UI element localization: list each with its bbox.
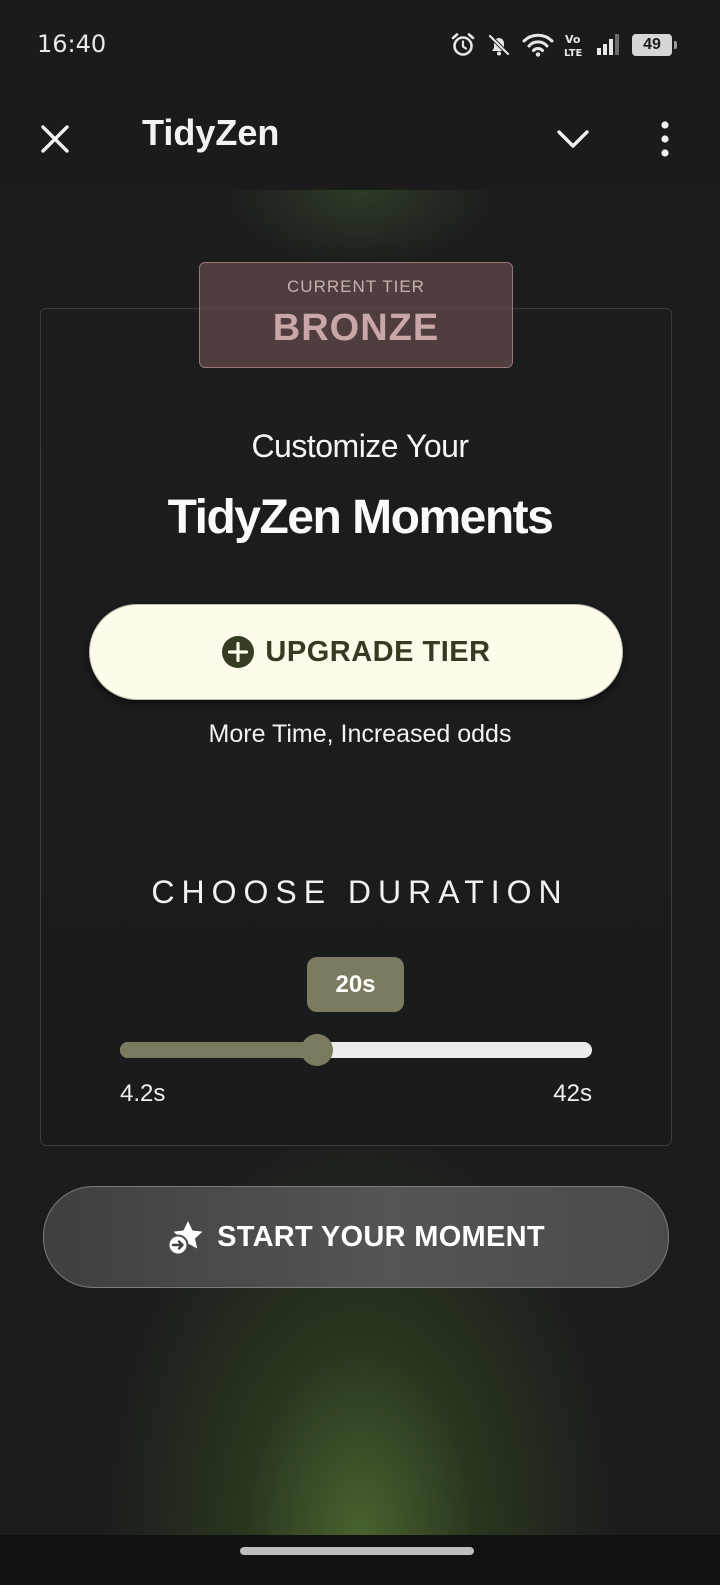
status-bar: 16:40 Vo LTE 49 (0, 0, 720, 90)
bell-off-icon (486, 32, 512, 58)
slider-max-label: 42s (553, 1080, 592, 1107)
star-arrow-icon (167, 1221, 203, 1256)
upgrade-tier-button[interactable]: UPGRADE TIER (89, 604, 623, 700)
page-title: TidyZen Moments (167, 491, 554, 544)
duration-value-label: 20s (307, 957, 404, 1012)
heading-subtitle: Customize Your (251, 428, 469, 464)
slider-fill (120, 1042, 318, 1058)
main-content: CURRENT TIER BRONZE Customize Your TidyZ… (0, 190, 720, 1535)
wifi-icon (522, 32, 554, 58)
signal-icon (596, 33, 622, 57)
duration-title: CHOOSE DURATION (151, 874, 569, 910)
app-bar: TidyZen (0, 90, 720, 190)
start-moment-button[interactable]: START YOUR MOMENT (43, 1186, 669, 1288)
alarm-icon (450, 32, 476, 58)
app-title: TidyZen (142, 112, 280, 153)
volte-icon: Vo LTE (564, 32, 586, 58)
status-time: 16:40 (37, 30, 107, 58)
plus-circle-icon (222, 636, 255, 668)
start-moment-label: START YOUR MOMENT (217, 1220, 545, 1253)
more-vert-icon (661, 121, 669, 157)
navigation-bar (0, 1535, 720, 1585)
duration-slider[interactable] (120, 1034, 592, 1066)
current-tier-badge: CURRENT TIER BRONZE (199, 262, 513, 368)
close-icon (41, 125, 69, 153)
svg-text:Vo: Vo (565, 33, 581, 46)
status-icons: Vo LTE 49 (450, 30, 677, 60)
chevron-down-icon (557, 130, 589, 148)
tier-label: CURRENT TIER (287, 277, 425, 296)
close-button[interactable] (28, 112, 82, 166)
slider-min-label: 4.2s (120, 1080, 166, 1107)
svg-text:LTE: LTE (564, 48, 583, 58)
upgrade-tier-label: UPGRADE TIER (265, 635, 491, 668)
battery-icon: 49 (632, 34, 677, 56)
home-indicator[interactable] (240, 1547, 474, 1555)
upgrade-subtitle: More Time, Increased odds (208, 720, 512, 748)
collapse-button[interactable] (546, 112, 600, 166)
more-options-button[interactable] (640, 112, 690, 166)
tier-value: BRONZE (272, 307, 440, 349)
